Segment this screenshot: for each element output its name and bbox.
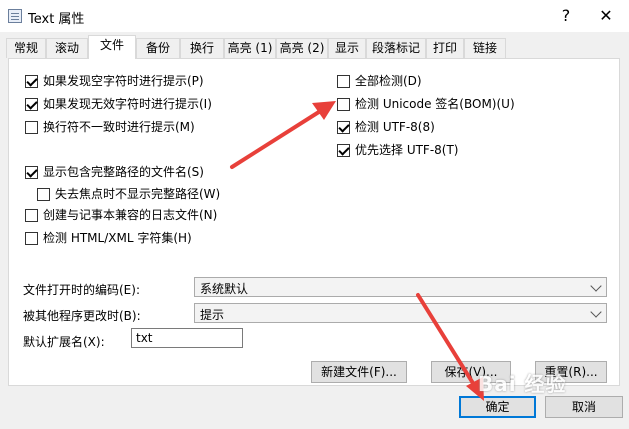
annotation-arrows [230,101,484,401]
arrow-to-ok-button [416,293,484,401]
tab-file[interactable]: 文件 [88,35,136,59]
arrow-to-bom-checkbox [230,101,336,169]
watermark: Bai 经验 [478,372,567,396]
